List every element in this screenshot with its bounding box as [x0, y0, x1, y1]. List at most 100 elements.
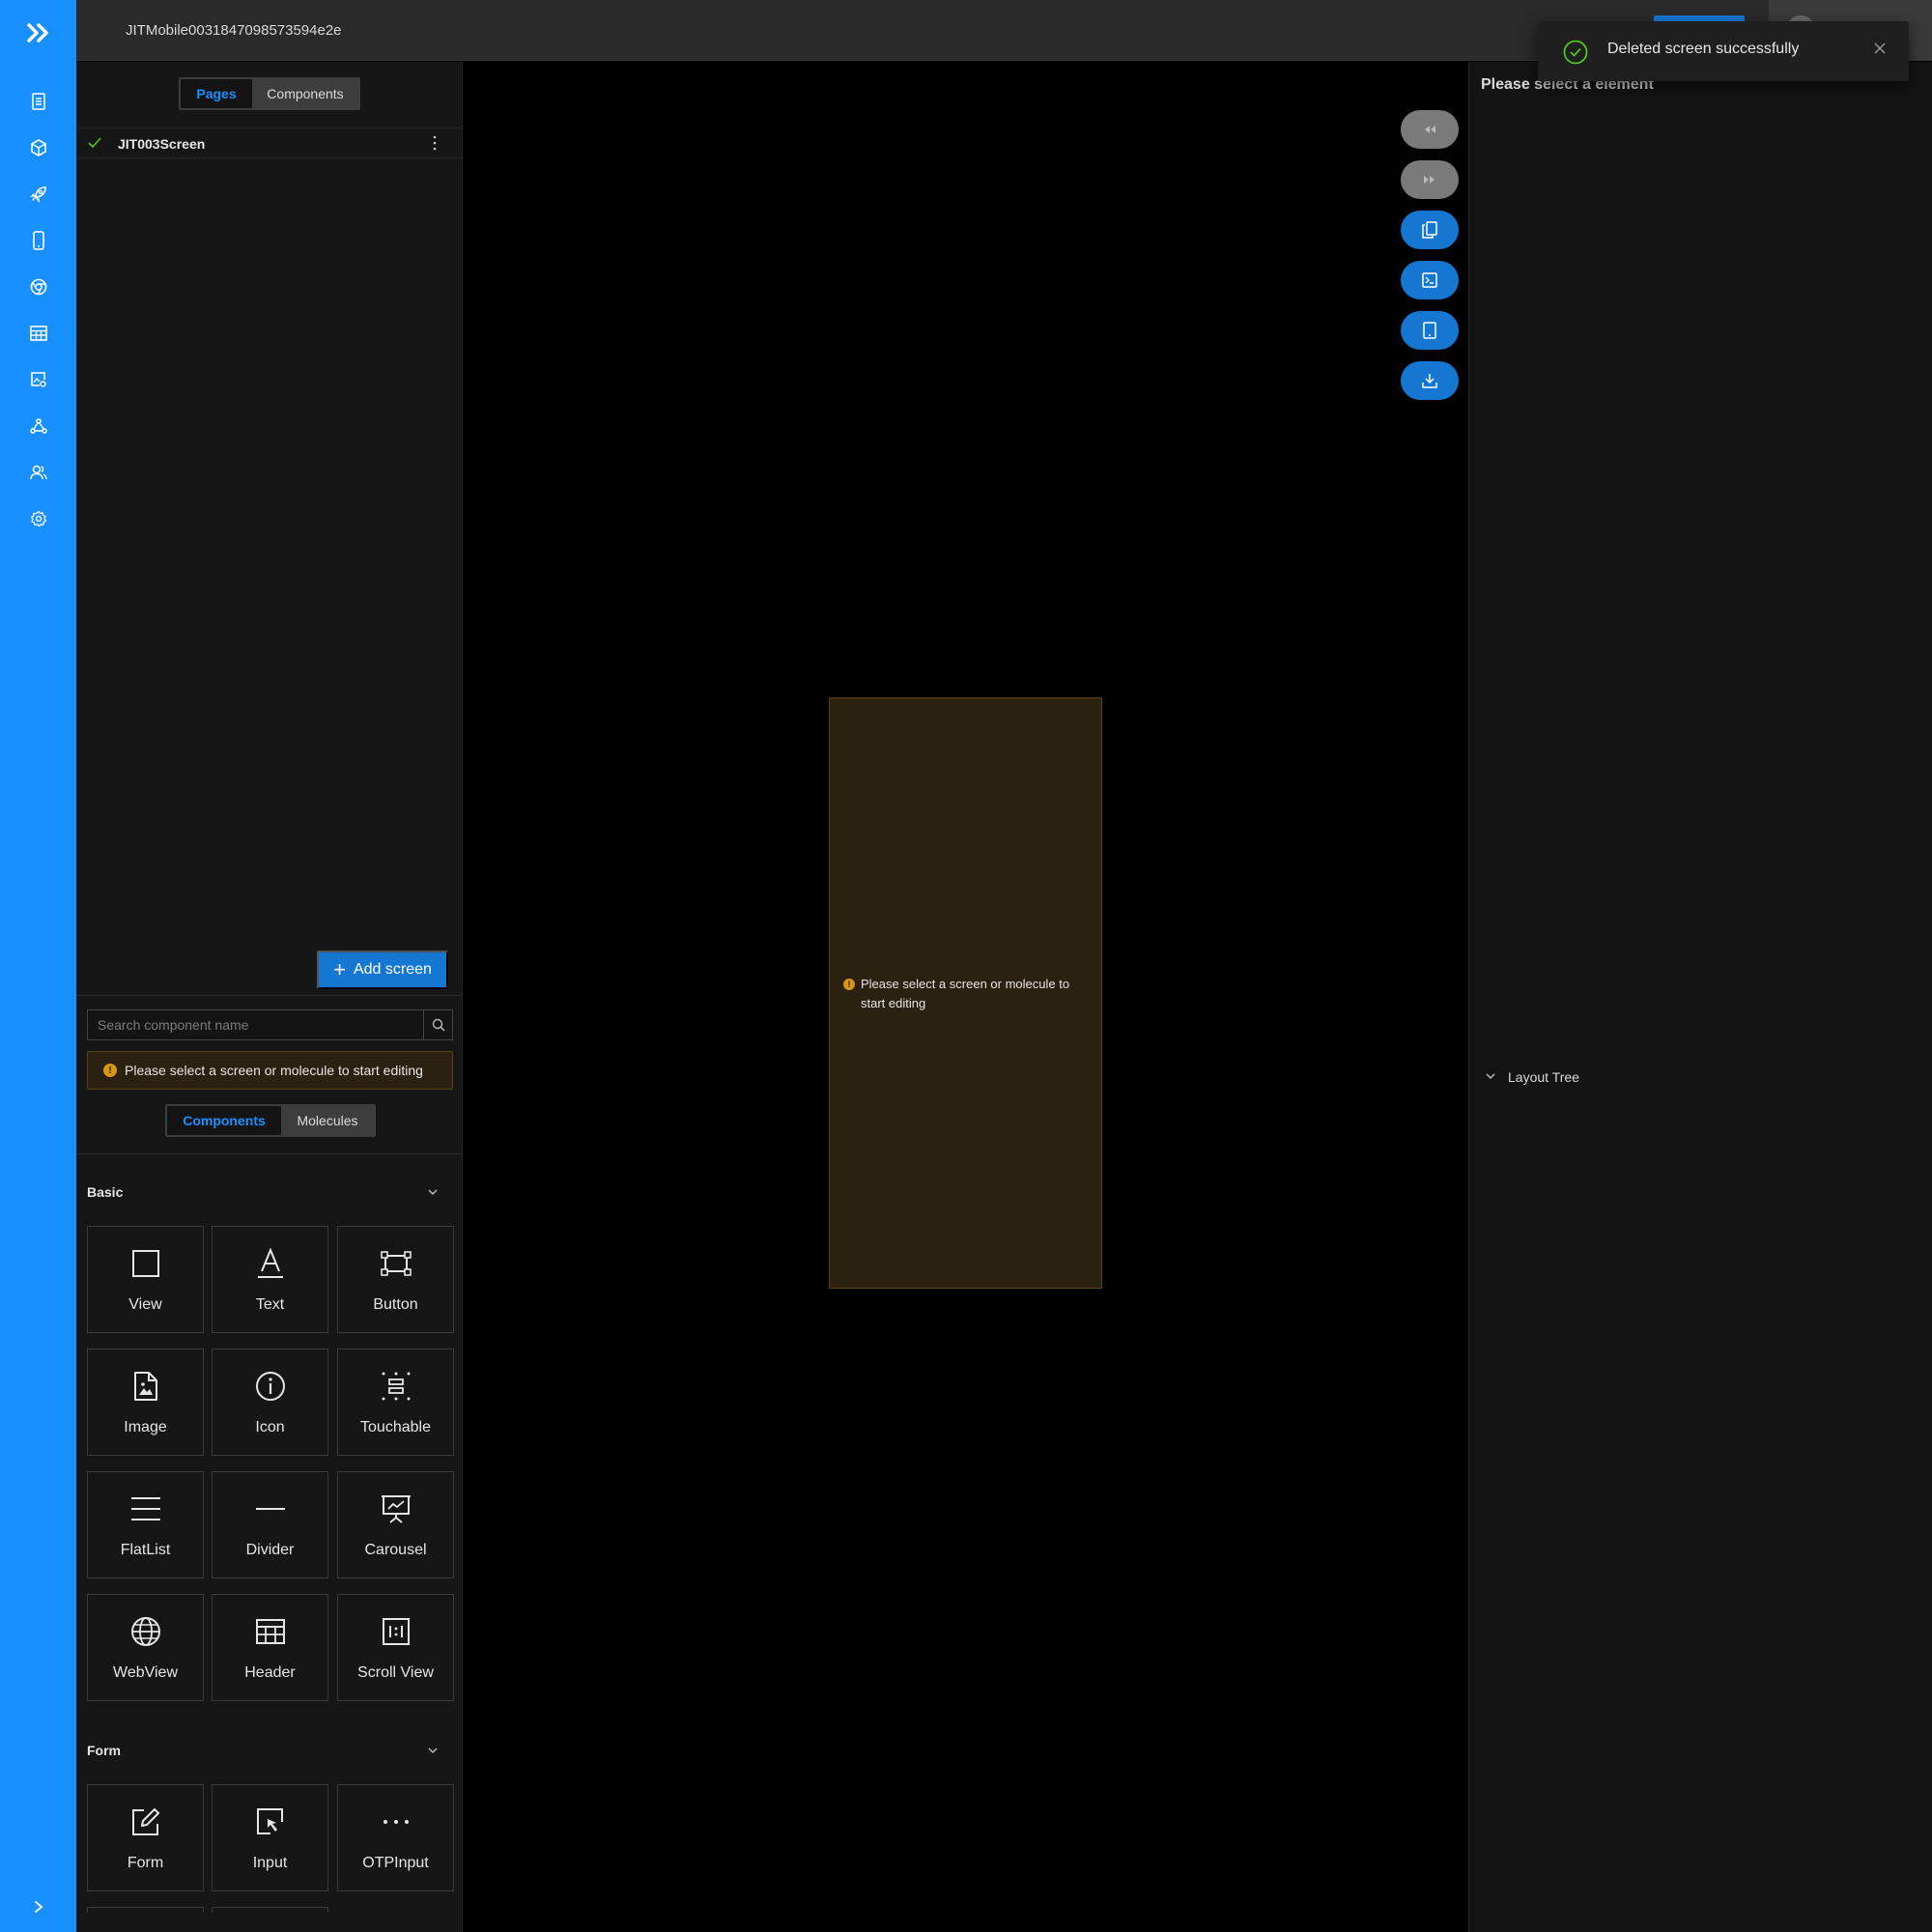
success-toast: Deleted screen successfully — [1538, 21, 1909, 81]
globe-icon — [88, 1616, 203, 1647]
info-circle-icon — [213, 1371, 327, 1402]
minus-line-icon — [213, 1493, 327, 1524]
close-icon[interactable] — [1874, 42, 1886, 59]
terminal-icon[interactable] — [1401, 261, 1459, 299]
divider — [76, 1153, 463, 1154]
left-panel: Pages Components JIT003Screen + Add scre… — [76, 62, 463, 1932]
layout-tree-label: Layout Tree — [1508, 1069, 1579, 1085]
image-file-icon — [88, 1371, 203, 1402]
rocket-icon[interactable] — [26, 182, 51, 207]
component-tile-input[interactable]: Input — [212, 1784, 328, 1891]
component-tile-view[interactable]: View — [87, 1226, 204, 1333]
component-tile-flatlist[interactable]: FlatList — [87, 1471, 204, 1578]
logo-double-chevron-icon[interactable] — [23, 17, 54, 48]
screen-name: JIT003Screen — [118, 136, 206, 152]
more-vertical-icon[interactable] — [432, 134, 438, 156]
component-tile-image[interactable]: Image — [87, 1349, 204, 1456]
download-icon[interactable] — [1401, 361, 1459, 400]
scroll-view-icon — [338, 1616, 453, 1647]
search-icon[interactable] — [424, 1009, 453, 1040]
touchable-icon — [338, 1371, 453, 1402]
dots-icon — [338, 1806, 453, 1837]
icon-rail — [0, 0, 76, 1932]
redo-icon[interactable] — [1401, 160, 1459, 199]
pages-components-switch: Pages Components — [179, 77, 360, 110]
component-label: View — [128, 1296, 162, 1313]
chevron-down-icon — [1485, 1069, 1496, 1085]
tab-components[interactable]: Components — [252, 79, 358, 108]
tab-molecules[interactable]: Molecules — [281, 1106, 374, 1135]
component-label: Button — [373, 1296, 418, 1313]
users-icon[interactable] — [26, 460, 51, 485]
chevron-down-icon[interactable] — [427, 1185, 439, 1203]
component-tile-carousel[interactable]: Carousel — [337, 1471, 454, 1578]
component-label: Form — [127, 1855, 164, 1871]
screen-list-item[interactable]: JIT003Screen — [76, 128, 463, 158]
input-cursor-icon — [213, 1806, 327, 1837]
component-tile-otpinput[interactable]: OTPInput — [337, 1784, 454, 1891]
divider — [76, 995, 463, 996]
undo-icon[interactable] — [1401, 110, 1459, 149]
component-label: Touchable — [360, 1419, 431, 1435]
component-label: Input — [252, 1855, 288, 1871]
device-preview[interactable]: ! Please select a screen or molecule to … — [829, 697, 1102, 1289]
component-tile-form[interactable]: Form — [87, 1784, 204, 1891]
component-tile-scroll-view[interactable]: Scroll View — [337, 1594, 454, 1701]
presentation-icon — [338, 1493, 453, 1524]
gear-icon[interactable] — [26, 506, 51, 531]
component-label: Text — [255, 1296, 285, 1313]
image-settings-icon[interactable] — [26, 367, 51, 392]
edit-form-icon — [88, 1806, 203, 1837]
text-icon — [213, 1248, 327, 1279]
notice-text: Please select a screen or molecule to st… — [125, 1063, 423, 1078]
component-tile-divider[interactable]: Divider — [212, 1471, 328, 1578]
component-label: Image — [124, 1419, 167, 1435]
chevron-down-icon[interactable] — [427, 1744, 439, 1761]
cube-icon[interactable] — [26, 135, 51, 160]
button-frame-icon — [338, 1248, 453, 1279]
component-label: Icon — [255, 1419, 285, 1435]
search-input[interactable] — [87, 1009, 424, 1040]
component-label: Carousel — [364, 1542, 427, 1558]
toast-message: Deleted screen successfully — [1607, 41, 1800, 57]
tab-components-list[interactable]: Components — [167, 1106, 281, 1135]
app-root: JITMobile0031847098573594e2e Pages Compo… — [0, 0, 1932, 1932]
add-screen-label: Add screen — [353, 961, 432, 978]
plus-icon: + — [333, 957, 346, 981]
component-tile-icon[interactable]: Icon — [212, 1349, 328, 1456]
component-tile-partial[interactable] — [87, 1907, 204, 1913]
layout-tree-toggle[interactable]: Layout Tree — [1485, 1069, 1579, 1085]
check-icon — [88, 136, 101, 154]
copy-icon[interactable] — [1401, 211, 1459, 249]
component-label: Header — [244, 1664, 296, 1681]
warning-icon: ! — [103, 1064, 117, 1077]
component-label: WebView — [113, 1664, 178, 1681]
warning-icon: ! — [843, 979, 855, 990]
component-tile-button[interactable]: Button — [337, 1226, 454, 1333]
add-screen-button[interactable]: + Add screen — [317, 951, 448, 989]
component-tile-touchable[interactable]: Touchable — [337, 1349, 454, 1456]
network-icon[interactable] — [26, 413, 51, 439]
device-icon[interactable] — [1401, 311, 1459, 350]
component-label: FlatList — [120, 1542, 171, 1558]
editor-canvas[interactable]: ! Please select a screen or molecule to … — [464, 62, 1467, 1932]
section-title-basic: Basic — [87, 1184, 124, 1200]
mobile-icon[interactable] — [26, 228, 51, 253]
section-title-form: Form — [87, 1743, 121, 1758]
list-lines-icon — [88, 1493, 203, 1524]
square-icon — [88, 1248, 203, 1279]
empty-state-text: Please select a screen or molecule to st… — [861, 977, 1070, 1010]
component-search — [87, 1009, 453, 1040]
component-tile-header[interactable]: Header — [212, 1594, 328, 1701]
component-label: OTPInput — [362, 1855, 429, 1871]
component-tile-webview[interactable]: WebView — [87, 1594, 204, 1701]
document-icon[interactable] — [26, 89, 51, 114]
component-tile-text[interactable]: Text — [212, 1226, 328, 1333]
table-icon[interactable] — [26, 321, 51, 346]
properties-panel: Please select a element Layout Tree — [1468, 62, 1932, 1932]
chrome-icon[interactable] — [26, 274, 51, 299]
tab-pages[interactable]: Pages — [181, 79, 252, 108]
expand-chevron-icon[interactable] — [27, 1895, 50, 1918]
app-title: JITMobile0031847098573594e2e — [126, 22, 342, 39]
component-tile-partial[interactable] — [212, 1907, 328, 1913]
